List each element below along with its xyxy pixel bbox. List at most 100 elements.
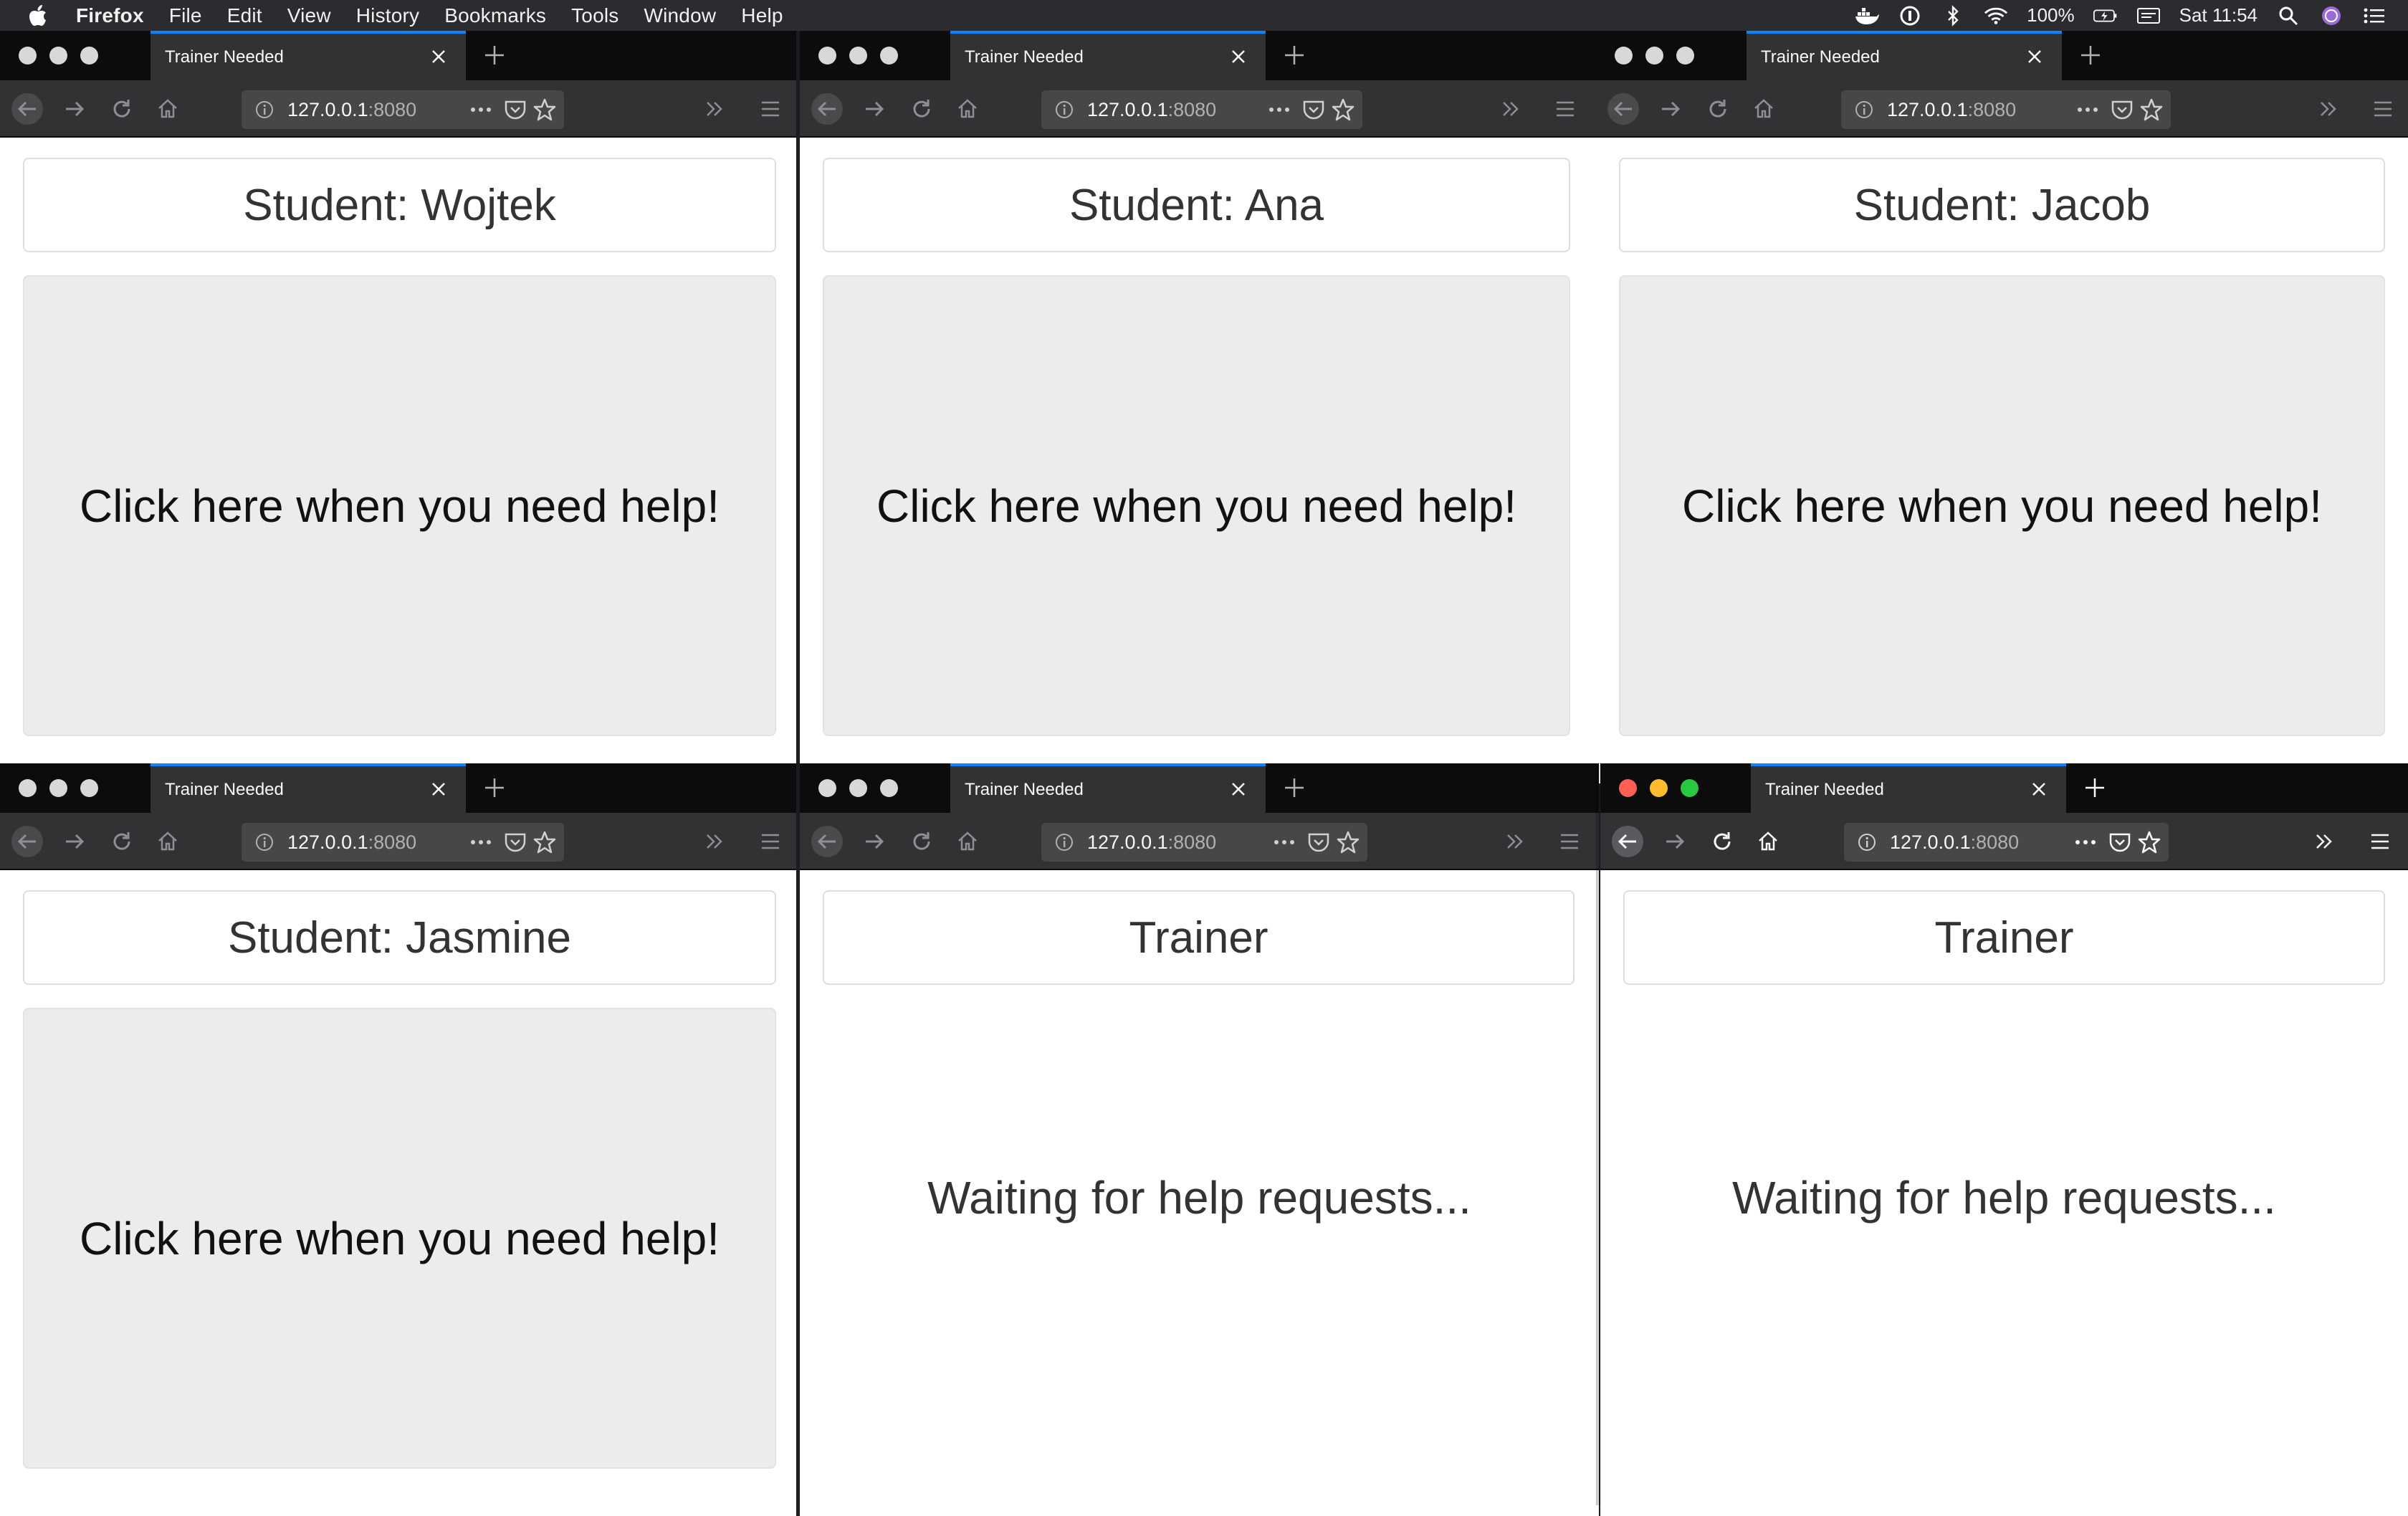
- forward-arrow-icon[interactable]: [1655, 93, 1686, 125]
- new-tab-plus-icon[interactable]: [482, 775, 507, 801]
- hamburger-menu-icon[interactable]: [1549, 93, 1581, 125]
- overflow-chevron-icon[interactable]: [2308, 826, 2340, 857]
- zoom-window-button[interactable]: [1676, 47, 1694, 65]
- minimize-window-button[interactable]: [849, 779, 867, 797]
- menu-app-firefox[interactable]: Firefox: [76, 4, 144, 27]
- browser-tab[interactable]: Trainer Needed: [150, 31, 466, 80]
- new-tab-plus-icon[interactable]: [482, 42, 507, 68]
- close-window-button[interactable]: [1615, 47, 1633, 65]
- url-bar[interactable]: 127.0.0.1:8080: [1041, 823, 1367, 862]
- zoom-window-button[interactable]: [80, 779, 98, 797]
- reload-icon[interactable]: [1702, 93, 1734, 125]
- minimize-window-button[interactable]: [1650, 779, 1668, 797]
- pocket-icon[interactable]: [1307, 831, 1330, 853]
- page-actions-icon[interactable]: [2075, 100, 2101, 120]
- back-arrow-icon[interactable]: [1607, 93, 1639, 125]
- minimize-window-button[interactable]: [49, 47, 67, 65]
- page-actions-icon[interactable]: [1271, 832, 1297, 852]
- new-tab-plus-icon[interactable]: [1281, 775, 1307, 801]
- close-window-button[interactable]: [19, 47, 37, 65]
- menu-tools[interactable]: Tools: [571, 4, 618, 27]
- page-actions-icon[interactable]: [1266, 100, 1292, 120]
- new-tab-plus-icon[interactable]: [2078, 42, 2103, 68]
- close-window-button[interactable]: [19, 779, 37, 797]
- site-info-icon[interactable]: [1054, 100, 1074, 120]
- overflow-chevron-icon[interactable]: [1499, 826, 1531, 857]
- page-actions-icon[interactable]: [2073, 832, 2098, 852]
- close-window-button[interactable]: [818, 779, 836, 797]
- site-info-icon[interactable]: [1857, 832, 1877, 852]
- tab-close-icon[interactable]: [1227, 778, 1250, 801]
- hamburger-menu-icon[interactable]: [755, 826, 786, 857]
- overflow-chevron-icon[interactable]: [1495, 93, 1526, 125]
- site-info-icon[interactable]: [1054, 832, 1074, 852]
- back-arrow-icon[interactable]: [11, 826, 43, 857]
- menu-view[interactable]: View: [287, 4, 331, 27]
- site-info-icon[interactable]: [1854, 100, 1874, 120]
- docker-icon[interactable]: [1855, 4, 1880, 28]
- apple-icon[interactable]: [29, 4, 47, 27]
- browser-tab[interactable]: Trainer Needed: [950, 763, 1266, 813]
- home-icon[interactable]: [1752, 826, 1784, 857]
- tab-close-icon[interactable]: [427, 45, 450, 68]
- bookmark-star-icon[interactable]: [1331, 97, 1355, 122]
- reload-icon[interactable]: [106, 93, 138, 125]
- browser-tab[interactable]: Trainer Needed: [1751, 763, 2066, 813]
- zoom-window-button[interactable]: [880, 779, 898, 797]
- overflow-chevron-icon[interactable]: [699, 93, 730, 125]
- zoom-window-button[interactable]: [880, 47, 898, 65]
- back-arrow-icon[interactable]: [11, 93, 43, 125]
- wifi-icon[interactable]: [1984, 4, 2008, 28]
- password-manager-icon[interactable]: [1898, 4, 1922, 28]
- browser-tab[interactable]: Trainer Needed: [950, 31, 1266, 80]
- hamburger-menu-icon[interactable]: [2367, 93, 2399, 125]
- page-actions-icon[interactable]: [468, 100, 494, 120]
- pocket-icon[interactable]: [2108, 831, 2131, 853]
- forward-arrow-icon[interactable]: [859, 826, 890, 857]
- help-request-button[interactable]: Click here when you need help!: [23, 1008, 776, 1469]
- url-bar[interactable]: 127.0.0.1:8080: [1041, 90, 1362, 129]
- overflow-chevron-icon[interactable]: [2313, 93, 2344, 125]
- bookmark-star-icon[interactable]: [2137, 830, 2161, 854]
- spotlight-search-icon[interactable]: [2276, 4, 2300, 28]
- forward-arrow-icon[interactable]: [59, 93, 90, 125]
- bluetooth-icon[interactable]: [1941, 4, 1965, 28]
- new-tab-plus-icon[interactable]: [2082, 775, 2108, 801]
- siri-icon[interactable]: [2319, 4, 2344, 28]
- home-icon[interactable]: [152, 826, 183, 857]
- reload-icon[interactable]: [1706, 826, 1738, 857]
- menu-history[interactable]: History: [356, 4, 420, 27]
- pocket-icon[interactable]: [504, 99, 527, 120]
- menu-help[interactable]: Help: [741, 4, 783, 27]
- url-bar[interactable]: 127.0.0.1:8080: [1844, 823, 2169, 862]
- home-icon[interactable]: [952, 826, 983, 857]
- help-request-button[interactable]: Click here when you need help!: [23, 275, 776, 736]
- pocket-icon[interactable]: [504, 831, 527, 853]
- forward-arrow-icon[interactable]: [1659, 826, 1691, 857]
- reload-icon[interactable]: [906, 93, 937, 125]
- browser-tab[interactable]: Trainer Needed: [1747, 31, 2062, 80]
- reload-icon[interactable]: [106, 826, 138, 857]
- minimize-window-button[interactable]: [49, 779, 67, 797]
- menu-edit[interactable]: Edit: [227, 4, 262, 27]
- page-actions-icon[interactable]: [468, 832, 494, 852]
- notification-center-icon[interactable]: [2362, 4, 2386, 28]
- pocket-icon[interactable]: [2111, 99, 2134, 120]
- close-window-button[interactable]: [1619, 779, 1637, 797]
- forward-arrow-icon[interactable]: [859, 93, 890, 125]
- bookmark-star-icon[interactable]: [2139, 97, 2164, 122]
- bookmark-star-icon[interactable]: [532, 830, 557, 854]
- help-request-button[interactable]: Click here when you need help!: [823, 275, 1570, 736]
- back-arrow-icon[interactable]: [811, 93, 843, 125]
- zoom-window-button[interactable]: [80, 47, 98, 65]
- home-icon[interactable]: [152, 93, 183, 125]
- back-arrow-icon[interactable]: [811, 826, 843, 857]
- overflow-chevron-icon[interactable]: [699, 826, 730, 857]
- minimize-window-button[interactable]: [1645, 47, 1663, 65]
- pocket-icon[interactable]: [1302, 99, 1325, 120]
- hamburger-menu-icon[interactable]: [2364, 826, 2396, 857]
- back-arrow-icon[interactable]: [1612, 826, 1643, 857]
- menu-file[interactable]: File: [169, 4, 202, 27]
- battery-icon[interactable]: [2093, 4, 2118, 28]
- tab-close-icon[interactable]: [2023, 45, 2046, 68]
